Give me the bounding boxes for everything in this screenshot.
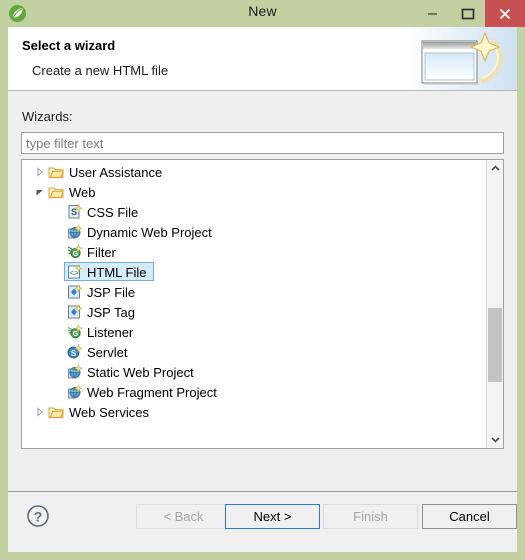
- wizard-tree[interactable]: User Assistance Web S CSS File Dynamic Web P…: [21, 159, 504, 449]
- tree-item-label: CSS File: [87, 204, 139, 220]
- wizard-header: Select a wizard Create a new HTML file: [8, 27, 517, 91]
- tree-item-label: Static Web Project: [87, 364, 194, 380]
- folder-icon: [48, 164, 64, 180]
- tree-item-dynamic-web-project[interactable]: Dynamic Web Project: [22, 222, 486, 242]
- tree-item-label: JSP Tag: [87, 304, 135, 320]
- tree-item-web-fragment-project[interactable]: Web Fragment Project: [22, 382, 486, 402]
- svg-text:S: S: [71, 349, 77, 358]
- back-button[interactable]: < Back: [136, 504, 231, 529]
- jsp-file-icon: [66, 284, 83, 300]
- page-subtitle: Create a new HTML file: [32, 63, 169, 78]
- dynamic-web-project-icon: [66, 224, 83, 240]
- web-fragment-project-icon: [66, 384, 83, 400]
- tree-item-label: JSP File: [87, 284, 136, 300]
- tree-item-label: Listener: [87, 324, 134, 340]
- tree-item-label: Web Services: [69, 404, 149, 420]
- tree-item-label: Web Fragment Project: [87, 384, 217, 400]
- twisty-collapsed-icon[interactable]: [32, 402, 48, 422]
- tree-item-label: User Assistance: [69, 164, 163, 180]
- static-web-project-icon: [66, 364, 83, 380]
- maximize-icon: [450, 0, 485, 27]
- tree-item-label: HTML File: [87, 264, 147, 280]
- svg-text:?: ?: [34, 509, 43, 525]
- tree-item-user-assistance[interactable]: User Assistance: [22, 162, 486, 182]
- finish-button[interactable]: Finish: [323, 504, 418, 529]
- minimize-button[interactable]: [415, 0, 450, 27]
- next-button[interactable]: Next >: [225, 504, 320, 529]
- tree-item-label: Filter: [87, 244, 116, 260]
- tree-item-static-web-project[interactable]: Static Web Project: [22, 362, 486, 382]
- minimize-icon: [415, 0, 450, 27]
- listener-icon: G: [66, 324, 83, 340]
- filter-icon: G: [66, 244, 83, 260]
- new-wizard-dialog: New Select a wizard Create a new HTML fi…: [0, 0, 525, 560]
- filter-input[interactable]: [21, 132, 504, 154]
- tree-item-filter[interactable]: G Filter: [22, 242, 486, 262]
- help-question-icon[interactable]: ?: [25, 503, 51, 529]
- maximize-button[interactable]: [450, 0, 485, 27]
- svg-text:G: G: [73, 251, 79, 258]
- close-icon: [485, 0, 525, 27]
- close-button[interactable]: [485, 0, 525, 27]
- wizards-label: Wizards:: [22, 109, 73, 124]
- twisty-expanded-icon[interactable]: [32, 182, 48, 202]
- folder-icon: [48, 184, 64, 200]
- tree-item-label: Dynamic Web Project: [87, 224, 212, 240]
- tree-item-css-file[interactable]: S CSS File: [22, 202, 486, 222]
- tree-item-jsp-file[interactable]: JSP File: [22, 282, 486, 302]
- tree-item-jsp-tag[interactable]: JSP Tag: [22, 302, 486, 322]
- wizard-window-sparkle-icon: [407, 27, 517, 90]
- svg-text:G: G: [73, 331, 79, 338]
- scrollbar-thumb[interactable]: [488, 308, 502, 382]
- tree-scrollbar[interactable]: [486, 160, 503, 448]
- tree-item-html-file[interactable]: <> HTML File: [22, 262, 486, 282]
- folder-icon: [48, 404, 64, 420]
- html-file-icon: <>: [66, 264, 83, 280]
- servlet-icon: S: [66, 344, 83, 360]
- cancel-button[interactable]: Cancel: [422, 504, 517, 529]
- css-file-icon: S: [66, 204, 83, 220]
- twisty-collapsed-icon[interactable]: [32, 162, 48, 182]
- wizard-tree-list: User Assistance Web S CSS File Dynamic Web P…: [22, 162, 486, 448]
- wizard-body: Wizards: User AssistanceWebSCSS FileDyna…: [8, 91, 517, 491]
- page-title: Select a wizard: [22, 38, 116, 53]
- dialog-footer: ? < Back Next > Finish Cancel: [8, 491, 517, 552]
- tree-item-web[interactable]: Web: [22, 182, 486, 202]
- title-bar[interactable]: New: [0, 0, 525, 27]
- tree-item-label: Servlet: [87, 344, 128, 360]
- tree-item-web-services[interactable]: Web Services: [22, 402, 486, 422]
- jsp-tag-icon: [66, 304, 83, 320]
- chevron-down-icon[interactable]: [487, 431, 503, 448]
- tree-item-listener[interactable]: G Listener: [22, 322, 486, 342]
- tree-item-label: Web: [69, 184, 96, 200]
- tree-item-servlet[interactable]: S Servlet: [22, 342, 486, 362]
- chevron-up-icon[interactable]: [487, 160, 503, 177]
